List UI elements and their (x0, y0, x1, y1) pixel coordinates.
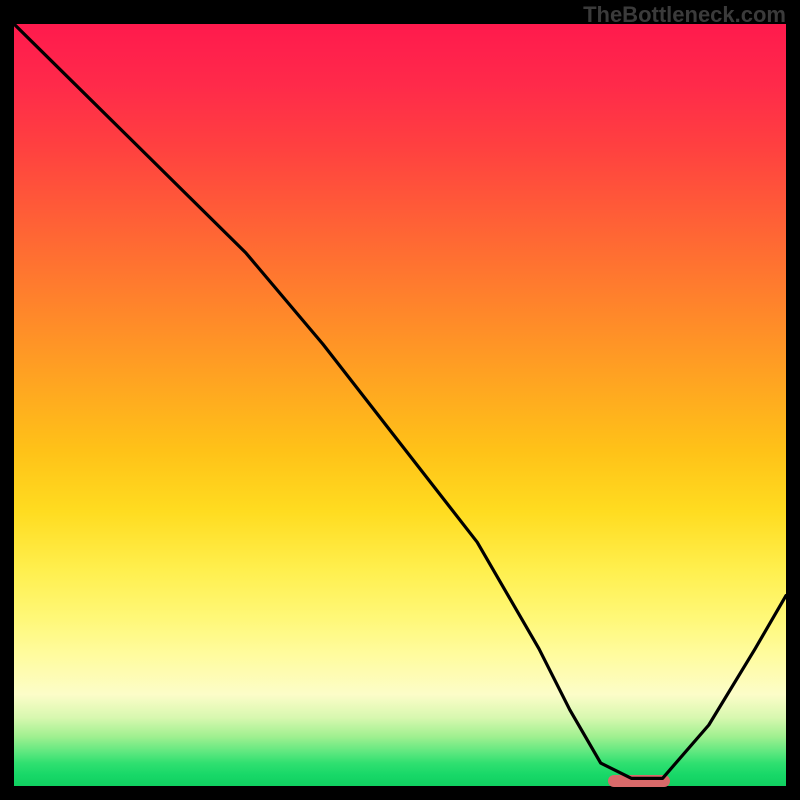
watermark-text: TheBottleneck.com (583, 2, 786, 28)
chart-frame (14, 24, 786, 786)
bottleneck-curve (14, 24, 786, 778)
curve-svg (14, 24, 786, 786)
plot-area (14, 24, 786, 786)
